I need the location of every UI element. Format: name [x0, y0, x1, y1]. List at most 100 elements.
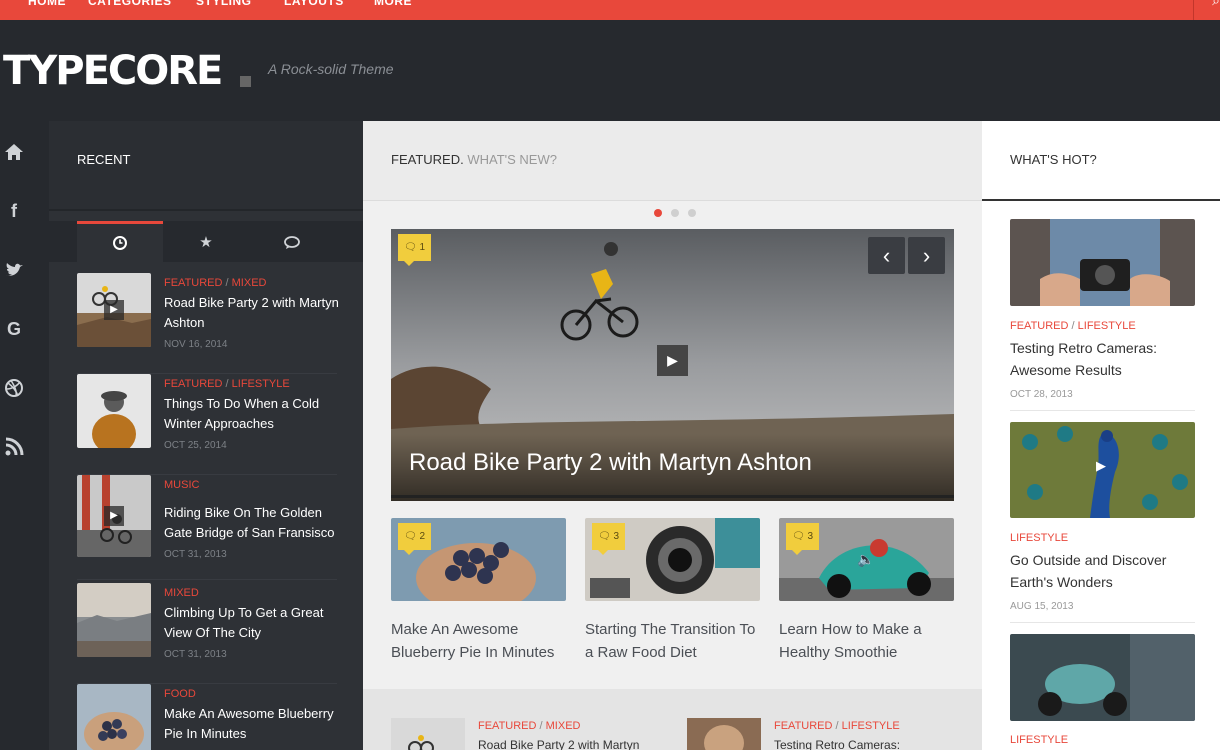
category-link[interactable]: FEATURED [164, 277, 222, 289]
search-icon[interactable]: ⌕ [1212, 0, 1220, 9]
featured-card[interactable]: 🗨 3 🔈 Learn How to Make a Healthy Smooth… [779, 518, 954, 664]
category-link[interactable]: FOOD [164, 688, 196, 700]
post-title[interactable]: Climbing Up To Get a Great View Of The C… [164, 603, 339, 643]
post-thumbnail[interactable] [1010, 634, 1195, 721]
nav-layouts[interactable]: LAYOUTS [284, 0, 344, 8]
list-item[interactable]: ▶ FEATURED / MIXED Road Bike Party 2 wit… [77, 273, 339, 374]
post-thumbnail[interactable] [391, 718, 465, 750]
play-icon[interactable]: ▶ [1096, 458, 1106, 474]
post-title[interactable]: Road Bike Party 2 with Martyn Ashton [164, 293, 339, 333]
facebook-icon[interactable]: f [3, 200, 25, 222]
list-item[interactable]: MIXED Climbing Up To Get a Great View Of… [77, 583, 337, 684]
card-image[interactable]: 🗨 3 [585, 518, 760, 601]
card-title[interactable]: Make An Awesome Blueberry Pie In Minutes [391, 618, 566, 664]
post-thumbnail[interactable] [687, 718, 761, 750]
post-title[interactable]: Riding Bike On The Golden Gate Bridge of… [164, 503, 339, 543]
post-categories: FEATURED / MIXED [478, 720, 581, 732]
post-categories: FEATURED / MIXED [164, 277, 267, 289]
rss-icon[interactable] [3, 436, 25, 458]
category-link[interactable]: MIXED [546, 720, 581, 732]
post-thumbnail[interactable] [1010, 219, 1195, 306]
post-title[interactable]: Testing Retro Cameras: [774, 738, 900, 750]
tab-comments[interactable] [249, 221, 335, 262]
category-link[interactable]: MIXED [164, 587, 199, 599]
category-link[interactable]: LIFESTYLE [1010, 734, 1068, 746]
category-link[interactable]: FEATURED [774, 720, 832, 732]
post-date: AUG 15, 2013 [1010, 601, 1074, 612]
slider-dot[interactable] [654, 209, 662, 217]
nav-categories[interactable]: CATEGORIES [88, 0, 171, 8]
post-thumbnail[interactable]: ▶ [1010, 422, 1195, 518]
hero-slide[interactable]: 🗨 1 ‹ › ▶ Road Bike Party 2 with Martyn … [391, 229, 954, 501]
google-icon[interactable]: G [3, 318, 25, 340]
divider [49, 209, 363, 211]
recent-tabs: ★ [49, 221, 363, 262]
tab-popular[interactable]: ★ [163, 221, 249, 262]
category-link[interactable]: FEATURED [164, 378, 222, 390]
recent-header: RECENT [49, 121, 363, 209]
comment-count: 3 [613, 531, 620, 542]
dribbble-icon[interactable] [3, 377, 25, 399]
audio-icon[interactable]: 🔈 [857, 551, 874, 568]
category-link[interactable]: LIFESTYLE [842, 720, 900, 732]
category-link[interactable]: LIFESTYLE [1078, 320, 1136, 332]
list-item[interactable]: FEATURED / LIFESTYLE Things To Do When a… [77, 374, 337, 475]
comment-badge[interactable]: 🗨 3 [592, 523, 626, 555]
list-item[interactable]: FEATURED / LIFESTYLE Testing Retro Camer… [1010, 219, 1195, 411]
list-item[interactable]: LIFESTYLE [1010, 634, 1195, 746]
post-thumbnail[interactable]: ▶ [77, 475, 151, 557]
comment-badge[interactable]: 🗨 3 [786, 523, 820, 555]
comment-badge[interactable]: 🗨 1 [398, 234, 432, 266]
category-link[interactable]: MUSIC [164, 479, 199, 491]
top-nav: HOME CATEGORIES STYLING LAYOUTS MORE ⌕ [0, 0, 1220, 20]
nav-styling[interactable]: STYLING [196, 0, 252, 8]
next-arrow[interactable]: › [908, 237, 945, 274]
tab-recent[interactable] [77, 221, 163, 262]
category-link[interactable]: FEATURED [478, 720, 536, 732]
featured-card[interactable]: 🗨 3 Starting The Transition To a Raw Foo… [585, 518, 760, 664]
card-title[interactable]: Learn How to Make a Healthy Smoothie [779, 618, 954, 664]
post-date: OCT 28, 2013 [1010, 389, 1073, 400]
card-image[interactable]: 🗨 3 🔈 [779, 518, 954, 601]
home-icon[interactable] [3, 141, 25, 163]
card-title[interactable]: Starting The Transition To a Raw Food Di… [585, 618, 760, 664]
twitter-icon[interactable] [3, 259, 25, 281]
recent-title: RECENT [77, 152, 131, 167]
category-link[interactable]: FEATURED [1010, 320, 1068, 332]
post-title[interactable]: Things To Do When a Cold Winter Approach… [164, 394, 339, 434]
site-logo[interactable]: TYPECORE [3, 49, 223, 93]
post-date: OCT 25, 2014 [164, 440, 227, 451]
nav-home[interactable]: HOME [28, 0, 66, 8]
category-link[interactable]: LIFESTYLE [1010, 532, 1068, 544]
hero-title[interactable]: Road Bike Party 2 with Martyn Ashton [409, 449, 812, 477]
comment-count: 2 [419, 531, 426, 542]
card-image[interactable]: 🗨 2 [391, 518, 566, 601]
list-item[interactable]: ▶ LIFESTYLE Go Outside and Discover Eart… [1010, 422, 1195, 623]
list-item[interactable]: FOOD Make An Awesome Blueberry Pie In Mi… [77, 684, 337, 750]
category-link[interactable]: MIXED [232, 277, 267, 289]
featured-card[interactable]: 🗨 2 Make An Awesome Blueberry Pie In Min… [391, 518, 566, 664]
play-icon[interactable]: ▶ [104, 300, 124, 320]
post-title[interactable]: Testing Retro Cameras: Awesome Results [1010, 337, 1195, 381]
slider-dot[interactable] [671, 209, 679, 217]
list-item[interactable]: ▶ MUSIC Riding Bike On The Golden Gate B… [77, 475, 337, 580]
post-categories: FEATURED / LIFESTYLE [1010, 320, 1136, 332]
nav-more[interactable]: MORE [374, 0, 412, 8]
category-link[interactable]: LIFESTYLE [232, 378, 290, 390]
prev-arrow[interactable]: ‹ [868, 237, 905, 274]
post-thumbnail[interactable] [77, 684, 151, 750]
post-title[interactable]: Make An Awesome Blueberry Pie In Minutes [164, 704, 339, 744]
post-title[interactable]: Go Outside and Discover Earth's Wonders [1010, 549, 1195, 593]
play-icon[interactable]: ▶ [104, 506, 124, 526]
post-thumbnail[interactable]: ▶ [77, 273, 151, 347]
slider-dot[interactable] [688, 209, 696, 217]
post-title[interactable]: Road Bike Party 2 with Martyn [478, 738, 639, 750]
hot-title: WHAT'S HOT? [1010, 152, 1097, 167]
comment-icon: 🗨 [792, 531, 805, 542]
post-thumbnail[interactable] [77, 583, 151, 657]
comment-badge[interactable]: 🗨 2 [398, 523, 432, 555]
comment-icon: 🗨 [404, 531, 417, 542]
play-icon[interactable]: ▶ [657, 345, 688, 376]
divider [1010, 410, 1195, 411]
post-thumbnail[interactable] [77, 374, 151, 448]
